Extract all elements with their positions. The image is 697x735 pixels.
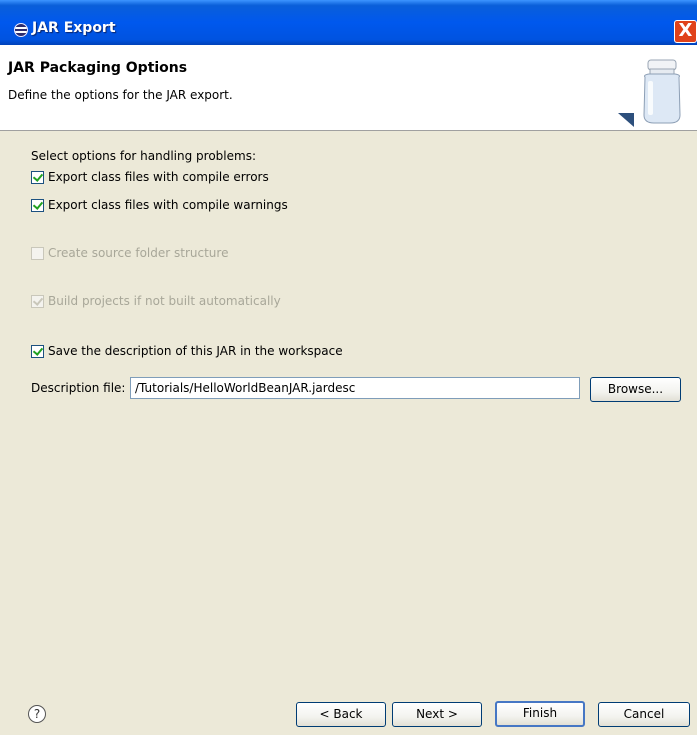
save-description-checkbox[interactable] [31, 344, 44, 358]
wizard-header: JAR Packaging Options Define the options… [0, 45, 697, 131]
back-button[interactable]: < Back [296, 702, 386, 727]
save-description-label: Save the description of this JAR in the … [48, 344, 343, 358]
browse-button[interactable]: Browse... [590, 377, 681, 402]
export-errors-option[interactable]: Export class files with compile errors [31, 169, 269, 185]
export-warnings-label: Export class files with compile warnings [48, 198, 288, 212]
options-panel: Select options for handling problems: Ex… [0, 131, 697, 661]
next-button[interactable]: Next > [392, 702, 482, 727]
export-warnings-option[interactable]: Export class files with compile warnings [31, 197, 288, 213]
export-warnings-checkbox[interactable] [31, 198, 44, 212]
finish-button[interactable]: Finish [495, 701, 585, 727]
jar-export-dialog: JAR Export X JAR Packaging Options Defin… [0, 0, 697, 735]
source-folder-label: Create source folder structure [48, 246, 229, 260]
source-folder-option: Create source folder structure [31, 245, 228, 261]
export-errors-checkbox[interactable] [31, 170, 44, 184]
cancel-button[interactable]: Cancel [598, 702, 690, 727]
source-folder-checkbox [31, 246, 44, 260]
window-title: JAR Export [32, 20, 116, 36]
problems-heading: Select options for handling problems: [31, 149, 256, 163]
title-bar[interactable]: JAR Export X [0, 0, 697, 45]
wizard-footer: ? < Back Next > Finish Cancel [0, 661, 697, 735]
page-title: JAR Packaging Options [8, 60, 188, 76]
description-file-input[interactable] [130, 377, 580, 399]
eclipse-icon [14, 23, 28, 37]
close-icon: X [678, 20, 693, 41]
description-file-label: Description file: [31, 381, 126, 395]
export-errors-label: Export class files with compile errors [48, 170, 269, 184]
close-button[interactable]: X [674, 20, 697, 43]
save-description-option[interactable]: Save the description of this JAR in the … [31, 343, 343, 359]
page-description: Define the options for the JAR export. [8, 88, 233, 102]
build-projects-label: Build projects if not built automaticall… [48, 294, 281, 308]
jar-icon [618, 59, 681, 127]
build-projects-option: Build projects if not built automaticall… [31, 293, 281, 309]
help-icon[interactable]: ? [28, 705, 46, 723]
build-projects-checkbox [31, 294, 44, 308]
